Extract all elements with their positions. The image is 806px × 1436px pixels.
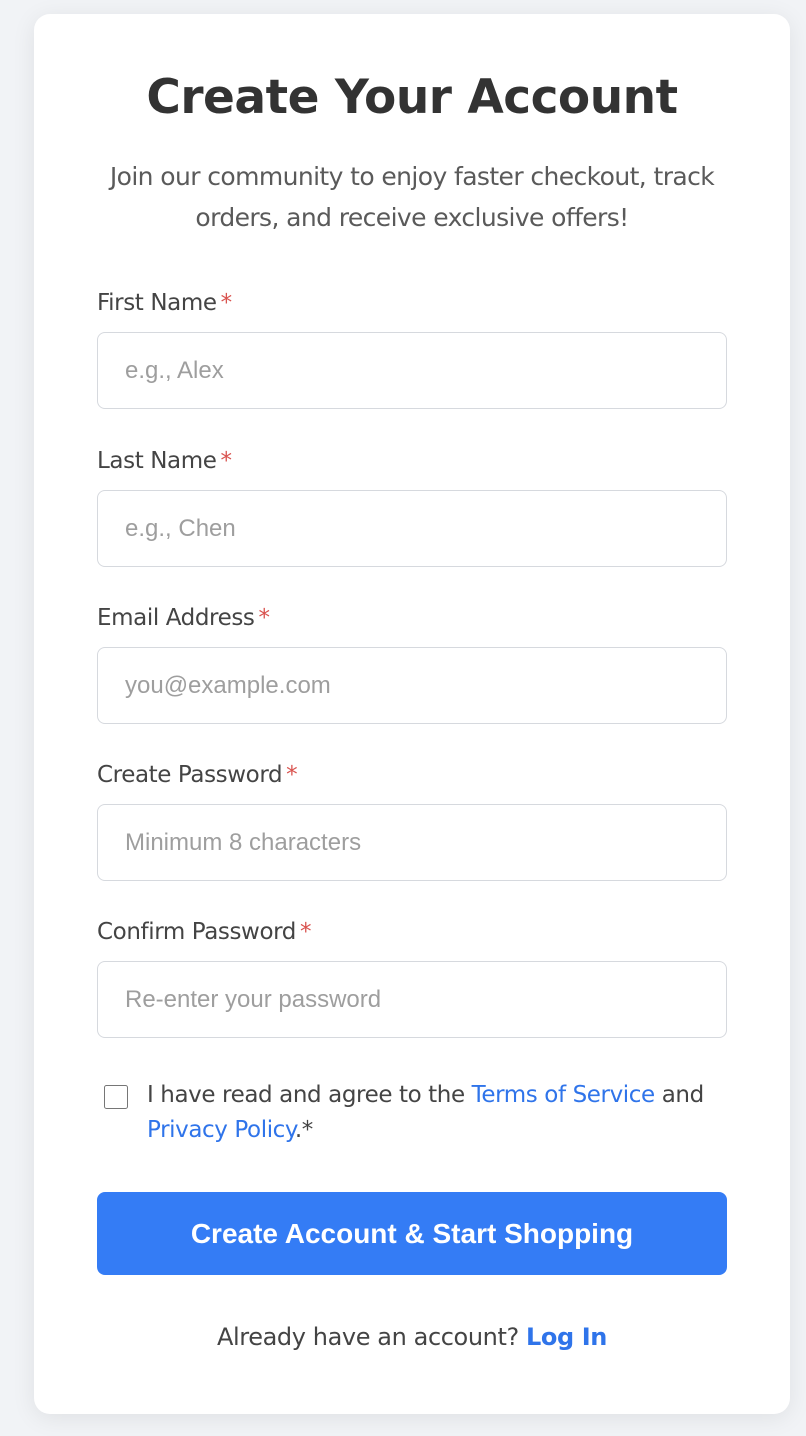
page-subtitle: Join our community to enjoy faster check… [109,162,715,232]
first-name-field: First Name * [97,288,727,409]
privacy-policy-link[interactable]: Privacy Policy [147,1117,295,1143]
page-title: Create Your Account [146,70,678,125]
required-asterisk: * [220,448,232,474]
terms-text-middle: and [654,1082,704,1108]
create-account-button[interactable]: Create Account & Start Shopping [97,1192,727,1275]
terms-of-service-link[interactable]: Terms of Service [472,1082,656,1108]
required-asterisk: * [220,290,233,316]
terms-text-prefix: I have read and agree to the [147,1082,472,1108]
required-asterisk: * [300,919,312,945]
signup-card: Create Your Account Join our community t… [34,14,790,1414]
first-name-input[interactable] [97,332,727,409]
first-name-label: First Name * [97,290,233,316]
email-field: Email Address * [97,603,727,724]
last-name-input[interactable] [97,490,727,567]
required-asterisk: * [258,605,271,631]
terms-agreement: I have read and agree to the Terms of Se… [97,1078,727,1148]
create-password-label: Create Password * [97,762,298,788]
last-name-label: Last Name * [97,448,232,474]
terms-text-suffix: .* [294,1117,313,1143]
email-label: Email Address * [97,605,271,631]
last-name-field: Last Name * [97,446,727,567]
create-password-field: Create Password * [97,760,727,881]
email-input[interactable] [97,647,727,724]
create-password-input[interactable] [97,804,727,881]
confirm-password-input[interactable] [97,961,727,1038]
login-link[interactable]: Log In [526,1323,607,1351]
terms-checkbox[interactable] [104,1085,128,1109]
confirm-password-label: Confirm Password * [97,919,312,945]
login-prompt: Already have an account? Log In [97,1307,727,1367]
confirm-password-field: Confirm Password * [97,917,727,1038]
login-prompt-text: Already have an account? [217,1323,527,1351]
required-asterisk: * [286,762,298,788]
